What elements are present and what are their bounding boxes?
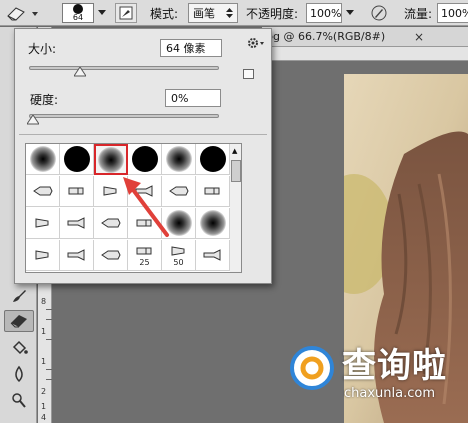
mode-label: 模式: [150,6,179,21]
gear-icon[interactable] [247,36,267,54]
chevron-down-icon [346,10,354,15]
flow-label: 流量: [404,6,433,21]
soft-round-brush-icon [29,146,56,172]
preset-scrollbar[interactable]: ▲ [230,143,242,273]
toggle-brush-panel-button[interactable] [115,3,137,23]
brush-preset-item[interactable] [60,208,94,239]
watermark-logo-icon [290,346,334,390]
size-label: 大小: [28,42,57,56]
brush-size-label: 50 [173,257,184,267]
scrollbar-thumb[interactable] [231,160,241,182]
pen-pressure-icon [371,5,387,21]
eraser-icon [7,7,38,21]
eraser-tool[interactable] [4,310,34,332]
hard-round-brush-icon [63,146,90,172]
brush-preset-item[interactable] [60,176,94,207]
brush-preset-item[interactable] [196,240,230,271]
brush-tip-icon [204,187,219,195]
brush-tip-icon [68,187,83,195]
new-preset-icon[interactable] [243,69,254,79]
hardness-slider-track[interactable] [29,114,219,118]
updown-arrows-icon [226,8,233,18]
flow-input[interactable]: 100% [437,3,468,23]
document-tab-title: pg @ 66.7%(RGB/8#) [266,30,386,43]
eraser-tool-preset-button[interactable] [4,3,42,23]
pressure-opacity-button[interactable] [368,3,390,23]
dodge-icon [12,393,26,408]
soft-round-brush-icon [199,210,226,236]
ruler-number: 1 [41,327,47,336]
brush-preset-item[interactable] [196,144,230,175]
hardness-label: 硬度: [30,93,59,107]
brush-tip-icon [67,217,84,229]
blur-icon [15,365,23,383]
size-input[interactable]: 64 像素 [160,39,222,57]
hard-round-brush-icon [199,146,226,172]
brush-tip-icon [67,249,84,261]
brush-preset-item[interactable] [26,240,60,271]
brush-tip-icon [35,250,48,260]
brush-preset-item[interactable] [94,240,128,271]
brush-preset-item[interactable]: 25 [128,240,162,271]
eraser-icon [10,315,27,328]
ruler-number: 1 [41,402,47,411]
opacity-input[interactable]: 100% [306,3,342,23]
chevron-down-icon [32,12,38,16]
chevron-down-icon [98,10,106,15]
gear-menu-icon [248,38,264,48]
brush-preset-item[interactable]: 50 [162,240,196,271]
brush-size-readout: 64 [72,13,84,22]
paint-bucket-tool[interactable] [4,337,34,359]
brush-tip-icon [100,250,121,260]
watermark-title: 查询啦 [342,346,447,386]
scroll-up-icon[interactable]: ▲ [232,147,237,155]
brush-tip-icon [136,247,151,254]
brush-size-label: 25 [139,257,150,267]
brush-panel-icon [119,6,133,20]
watermark: 查询啦 chaxunla.com [284,338,468,406]
brush-preset-item[interactable] [60,240,94,271]
close-icon[interactable]: × [414,30,424,44]
brush-tip-icon [203,249,220,261]
brush-preset-item[interactable] [196,208,230,239]
size-slider-thumb[interactable] [74,67,87,77]
brush-preset-picker-button[interactable]: 64 [62,3,94,23]
annotation-arrow [123,177,169,237]
brush-tip-icon [35,218,48,228]
blur-tool[interactable] [4,363,34,385]
paint-bucket-icon [12,340,28,355]
brush-preset-item[interactable] [26,208,60,239]
brush-preset-picker: 大小: 64 像素 硬度: 0% 25 50 ▲ [14,28,272,284]
document-tab[interactable]: pg @ 66.7%(RGB/8#) × [262,27,468,47]
brush-picker-arrow-button[interactable] [96,3,108,23]
brush-icon [13,290,26,302]
brush-tip-icon [171,245,184,256]
ruler-number: 1 [41,357,47,366]
brush-preset-item[interactable] [26,144,60,175]
watermark-url: chaxunla.com [344,386,435,401]
options-bar: 64 模式: 画笔 不透明度: 100% 流量: 100% [0,0,468,26]
horizontal-ruler [262,47,468,61]
divider [19,134,267,135]
hardness-input[interactable]: 0% [165,89,221,107]
opacity-label: 不透明度: [246,6,299,21]
ruler-number: 4 [41,413,47,422]
brush-tool[interactable] [4,285,34,307]
brush-tip-icon [32,186,53,196]
mode-select-value: 画笔 [193,7,215,20]
mode-select[interactable]: 画笔 [188,3,238,23]
dodge-tool[interactable] [4,389,34,411]
ruler-number: 2 [41,387,47,396]
brush-preset-item[interactable] [60,144,94,175]
brush-preset-item[interactable] [196,176,230,207]
brush-preset-item[interactable] [26,176,60,207]
ruler-number: 8 [41,297,47,306]
opacity-arrow-button[interactable] [345,3,355,23]
size-slider-track[interactable] [29,66,219,70]
hardness-slider-thumb[interactable] [27,115,39,125]
